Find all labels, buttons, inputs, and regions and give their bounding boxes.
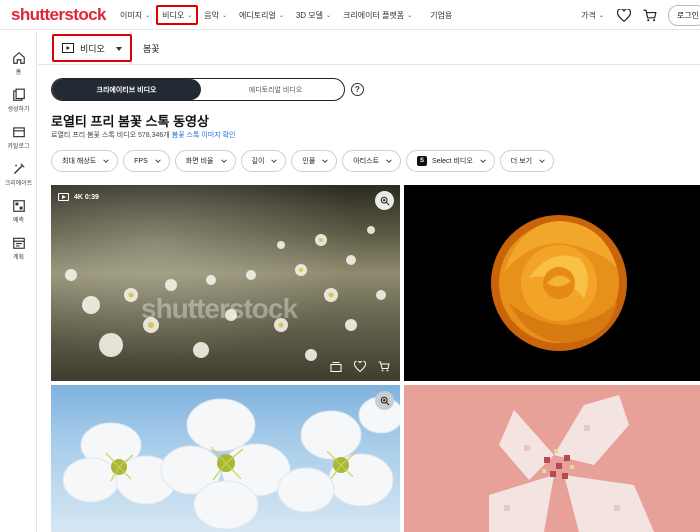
top-nav: shutterstock 이미지 ⌄ 비디오 ⌄ 음악 ⌄ 에디토리얼 ⌄ 3D 모델 ⌄… <box>0 0 700 30</box>
select-badge: S <box>417 156 428 166</box>
filter-people[interactable]: 인물 <box>291 150 338 172</box>
video-duration-badge: 4K 0:39 <box>58 193 99 201</box>
left-sidebar: 홈 생성하기 카탈로그 크리에이트 예측 계획 <box>0 31 37 532</box>
pixel-flower-thumbnail <box>489 395 654 532</box>
chevron-down-icon <box>220 159 227 163</box>
daisy-field-thumbnail <box>65 226 386 361</box>
chevron-down-icon: ⌄ <box>145 12 151 19</box>
video-result-pixel-flower[interactable] <box>404 385 700 532</box>
pricing-menu[interactable]: 가격 ⌄ <box>581 10 604 21</box>
result-count: 로열티 프리 봄꽃 스톡 비디오 578,346개 봄꽃 스톡 이미지 확인 <box>51 132 236 139</box>
sidebar-item-create[interactable]: 생성하기 <box>0 88 37 113</box>
shutterstock-logo[interactable]: shutterstock <box>11 5 106 25</box>
filter-fps[interactable]: FPS <box>123 150 170 172</box>
video-result-daisy-field[interactable]: shutterstock 4K 0:39 <box>51 185 400 381</box>
nav-item-video[interactable]: 비디오 ⌄ <box>156 5 199 25</box>
chevron-down-icon <box>386 159 392 163</box>
video-play-icon <box>62 43 74 53</box>
help-icon[interactable]: ? <box>351 83 364 96</box>
chevron-down-icon: ⌄ <box>598 12 604 19</box>
create-icon <box>12 88 25 101</box>
sidebar-item-predict[interactable]: 예측 <box>0 199 37 224</box>
favorite-heart-icon[interactable] <box>354 361 366 372</box>
search-bar: 비디오 봄꽃 <box>38 31 700 65</box>
white-blossoms-thumbnail <box>62 396 400 530</box>
nav-item-3d-models[interactable]: 3D 모델 ⌄ <box>290 5 337 25</box>
nav-item-creator-platform[interactable]: 크리에이터 플랫폼 ⌄ <box>337 5 418 25</box>
nav-item-images[interactable]: 이미지 ⌄ <box>114 5 156 25</box>
plan-icon <box>12 237 25 249</box>
filter-select-video[interactable]: S Select 비디오 <box>406 150 495 172</box>
sidebar-item-home[interactable]: 홈 <box>0 51 37 76</box>
sidebar-item-plan[interactable]: 계획 <box>0 236 37 261</box>
video-result-orange-rose[interactable] <box>404 185 700 381</box>
video-result-white-blossoms[interactable] <box>51 385 400 532</box>
nav-item-editorial[interactable]: 에디토리얼 ⌄ <box>233 5 290 25</box>
filter-duration[interactable]: 길이 <box>240 150 287 172</box>
tab-creative-video[interactable]: 크리에이티브 비디오 <box>52 79 201 100</box>
heart-icon[interactable] <box>616 7 632 23</box>
main-nav: 이미지 ⌄ 비디오 ⌄ 음악 ⌄ 에디토리얼 ⌄ 3D 모델 ⌄ 크리에이터 플랫폼 ⌄ 기… <box>114 0 458 30</box>
chevron-down-icon: ⌄ <box>221 12 228 19</box>
add-to-cart-icon[interactable] <box>378 361 390 372</box>
caret-down-icon <box>116 47 122 51</box>
tile-actions <box>330 361 390 372</box>
chevron-down-icon <box>271 159 278 163</box>
see-images-link[interactable]: 봄꽃 스톡 이미지 확인 <box>172 132 236 139</box>
chevron-down-icon <box>539 159 545 163</box>
filter-more[interactable]: 더 보기 <box>499 150 555 172</box>
collection-icon[interactable] <box>330 361 342 372</box>
filter-artist[interactable]: 아티스트 <box>342 150 402 172</box>
chevron-down-icon: ⌄ <box>407 12 413 19</box>
nav-item-enterprise[interactable]: 기업용 <box>424 5 458 25</box>
cart-icon[interactable] <box>642 7 658 23</box>
nav-item-music[interactable]: 음악 ⌄ <box>198 5 233 25</box>
chevron-down-icon: ⌄ <box>187 12 193 19</box>
orange-rose-thumbnail <box>491 215 627 351</box>
chevron-down-icon: ⌄ <box>326 12 332 19</box>
chevron-down-icon <box>103 159 109 163</box>
chevron-down-icon <box>155 159 161 163</box>
chevron-down-icon: ⌄ <box>278 12 284 19</box>
sidebar-item-magic[interactable]: 크리에이트 <box>0 162 37 187</box>
media-type-select[interactable]: 비디오 <box>52 34 132 62</box>
video-icon <box>58 193 69 201</box>
zoom-icon[interactable] <box>375 191 394 210</box>
watermark: shutterstock <box>141 293 298 324</box>
tab-editorial-video[interactable]: 에디토리얼 비디오 <box>201 79 344 100</box>
home-icon <box>12 51 25 64</box>
magic-icon <box>13 163 25 175</box>
filter-aspect-ratio[interactable]: 화면 비율 <box>174 150 236 172</box>
filter-resolution[interactable]: 최대 해상도 <box>51 150 119 172</box>
chevron-down-icon <box>322 159 328 163</box>
content-type-toggle: 크리에이티브 비디오 에디토리얼 비디오 <box>51 78 345 101</box>
zoom-icon[interactable] <box>375 391 394 410</box>
sidebar-item-catalog[interactable]: 카탈로그 <box>0 125 37 150</box>
page-title: 로열티 프리 봄꽃 스톡 동영상 <box>51 114 209 129</box>
catalog-icon <box>12 127 25 138</box>
chevron-down-icon <box>480 159 486 163</box>
predict-icon <box>12 200 25 212</box>
filter-bar: 최대 해상도 FPS 화면 비율 길이 인물 아티스트 S Select 비디오 … <box>51 150 555 172</box>
login-button[interactable]: 로그인 <box>667 4 700 26</box>
search-input[interactable]: 봄꽃 <box>143 42 160 55</box>
